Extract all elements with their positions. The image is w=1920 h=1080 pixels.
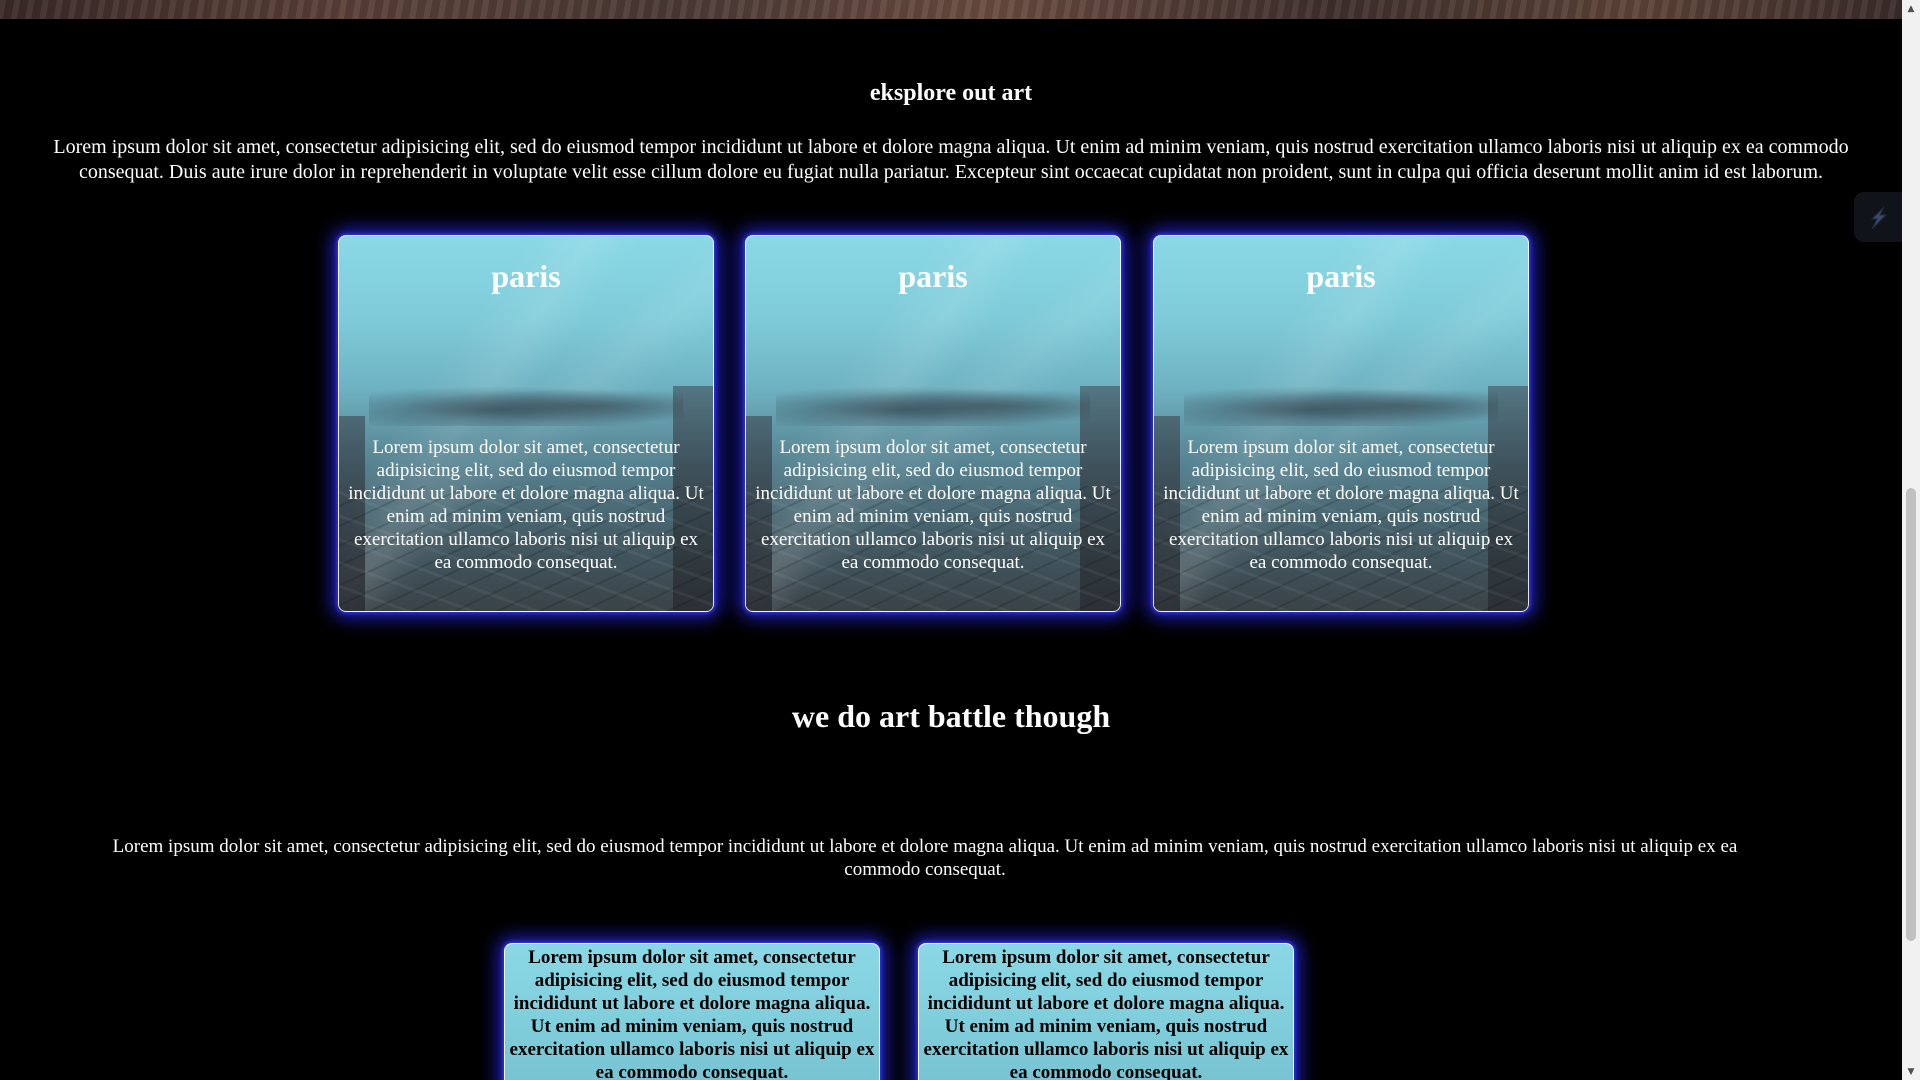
card-body: Lorem ipsum dolor sit amet, consectetur … — [348, 437, 704, 573]
explore-section-title: eksplore out art — [869, 80, 1033, 106]
art-card[interactable]: paris Lorem ipsum dolor sit amet, consec… — [1153, 235, 1529, 612]
vertical-scrollbar[interactable]: ▲ ▼ — [1902, 0, 1920, 1080]
battle-card[interactable]: Lorem ipsum dolor sit amet, consectetur … — [504, 943, 880, 1080]
hero-image-strip — [0, 0, 1902, 19]
card-title: paris — [898, 258, 968, 294]
card-body: Lorem ipsum dolor sit amet, consectetur … — [755, 437, 1111, 573]
battle-intro-text: Lorem ipsum dolor sit amet, consectetur … — [112, 836, 1738, 880]
extension-bolt-icon — [1870, 206, 1888, 230]
card-image-clouds — [1184, 386, 1498, 426]
card-title: paris — [491, 258, 561, 294]
battle-section-title: we do art battle though — [791, 698, 1111, 734]
card-image-clouds — [369, 386, 683, 426]
triangle-down-icon[interactable]: ▼ — [1902, 1063, 1920, 1080]
battle-card-text: Lorem ipsum dolor sit amet, consectetur … — [923, 947, 1289, 1080]
triangle-up-icon[interactable]: ▲ — [1902, 0, 1920, 17]
card-title: paris — [1306, 258, 1376, 294]
art-card[interactable]: paris Lorem ipsum dolor sit amet, consec… — [745, 235, 1121, 612]
art-card[interactable]: paris Lorem ipsum dolor sit amet, consec… — [338, 235, 714, 612]
card-image-clouds — [776, 386, 1090, 426]
battle-card[interactable]: Lorem ipsum dolor sit amet, consectetur … — [918, 943, 1294, 1080]
explore-intro-text: Lorem ipsum dolor sit amet, consectetur … — [53, 136, 1849, 183]
card-body: Lorem ipsum dolor sit amet, consectetur … — [1163, 437, 1519, 573]
battle-card-text: Lorem ipsum dolor sit amet, consectetur … — [509, 947, 875, 1080]
scrollbar-thumb[interactable] — [1906, 488, 1916, 941]
extension-widget-button[interactable] — [1854, 192, 1902, 242]
page-viewport: eksplore out art Lorem ipsum dolor sit a… — [0, 0, 1902, 1080]
